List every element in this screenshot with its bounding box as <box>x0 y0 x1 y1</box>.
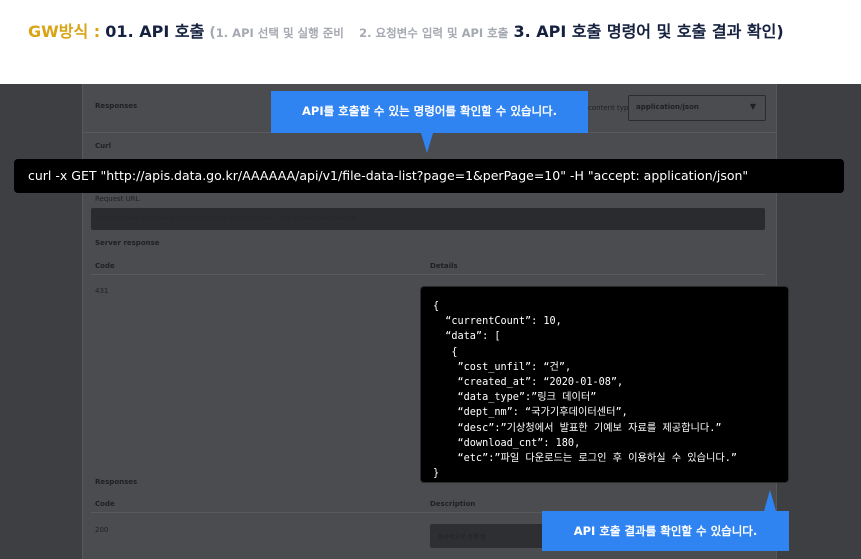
server-response-label: Server response <box>95 239 160 247</box>
substep-2: 2. 요청변수 입력 및 API 호출 <box>359 26 509 40</box>
request-url-value: https://api.odcloud.kr/api/15077093/v1/f… <box>99 215 356 222</box>
substep-3: 3. API 호출 명령어 및 호출 결과 확인) <box>513 22 784 41</box>
callout-pointer <box>421 133 433 153</box>
page-header: GW방식 : 01. API 호출 (1. API 선택 및 실행 준비 2. … <box>0 0 861 84</box>
code-header-2: Code <box>95 500 115 508</box>
curl-command-bar: curl -x GET "http://apis.data.go.kr/AAAA… <box>14 159 844 193</box>
response-json: { “currentCount”: 10, “data”: [ { ”cost_… <box>433 301 737 480</box>
responses-label: Responses <box>95 102 138 110</box>
curl-label: Curl <box>95 142 111 150</box>
chevron-down-icon: ▼ <box>749 102 756 111</box>
content-type-label: content type <box>588 104 633 112</box>
request-url-box: https://api.odcloud.kr/api/15077093/v1/f… <box>91 208 765 230</box>
code-header: Code <box>95 262 115 270</box>
step-01-title: 01. API 호출 <box>105 22 205 41</box>
step-title: GW방식 : 01. API 호출 (1. API 선택 및 실행 준비 2. … <box>28 20 784 45</box>
response-code: 431 <box>95 287 109 295</box>
callout-curl-command: API를 호출할 수 있는 명령어를 확인할 수 있습니다. <box>271 91 588 133</box>
description-header: Description <box>430 500 476 508</box>
divider <box>91 274 765 275</box>
callout-response-result: API 호출 결과를 확인할 수 있습니다. <box>542 511 789 551</box>
content-type-value: application/json <box>636 103 699 111</box>
substep-1: 1. API 선택 및 실행 준비 <box>215 26 344 40</box>
gw-method-label: GW방식 : <box>28 22 101 41</box>
content-type-select[interactable]: application/json ▼ <box>628 95 766 121</box>
request-url-label: Request URL <box>95 195 140 203</box>
response-body-box: { “currentCount”: 10, “data”: [ { ”cost_… <box>420 286 789 483</box>
code-200: 200 <box>95 526 109 534</box>
details-header: Details <box>430 262 458 270</box>
callout-pointer <box>764 490 776 511</box>
responses-label-2: Responses <box>95 478 138 486</box>
description-placeholder: 성공적으로 수행 됨 <box>438 534 486 541</box>
